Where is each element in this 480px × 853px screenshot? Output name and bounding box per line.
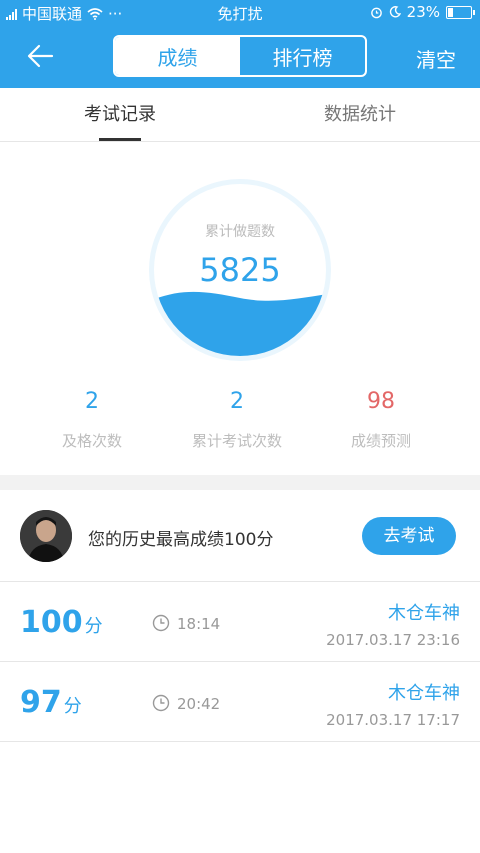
avatar [20, 510, 72, 562]
tab-scores[interactable]: 成绩 [115, 37, 240, 75]
nav-bar: 成绩 排行榜 清空 [0, 24, 480, 88]
status-bar: 中国联通 ··· 免打扰 23% [0, 0, 480, 24]
metric-score-prediction: 98 成绩预测 [301, 389, 461, 451]
list-item[interactable]: 100 分 18:14 木仓车神 2017.03.17 23:16 [0, 583, 480, 662]
record-score-value: 97 [20, 685, 62, 720]
record-score-unit: 分 [84, 616, 103, 637]
clock-icon [152, 694, 170, 712]
record-date: 2017.03.17 23:16 [326, 631, 460, 649]
stats-panel: 累计做题数 5825 2 及格次数 2 累计考试次数 98 成绩预测 [0, 143, 480, 475]
list-item[interactable]: 97 分 20:42 木仓车神 2017.03.17 17:17 [0, 663, 480, 742]
record-date: 2017.03.17 17:17 [326, 711, 460, 729]
score-prediction-label: 成绩预测 [350, 432, 411, 450]
record-duration: 20:42 [177, 695, 221, 713]
battery-percent: 23% [406, 3, 440, 21]
pass-count-value: 2 [85, 389, 99, 414]
exam-count-label: 累计考试次数 [191, 432, 282, 450]
record-duration: 18:14 [177, 615, 221, 633]
back-button[interactable] [22, 40, 62, 72]
total-questions-label: 累计做题数 [205, 224, 275, 240]
clock-icon [152, 614, 170, 632]
score-prediction-value: 98 [367, 389, 395, 414]
record-score-unit: 分 [63, 696, 82, 717]
tab-leaderboard[interactable]: 排行榜 [240, 37, 365, 75]
record-user: 木仓车神 [388, 603, 460, 624]
take-exam-button[interactable]: 去考试 [362, 517, 456, 555]
record-user: 木仓车神 [388, 683, 460, 704]
best-score-row: 您的历史最高成绩100分 去考试 [0, 490, 480, 582]
metric-pass-count: 2 及格次数 [12, 389, 172, 451]
best-score-text: 您的历史最高成绩100分 [88, 530, 274, 550]
exam-count-value: 2 [230, 389, 244, 414]
clear-button[interactable]: 清空 [416, 44, 456, 73]
sub-tabs: 考试记录 数据统计 [0, 88, 480, 142]
battery-icon [446, 5, 475, 19]
tab-data-statistics[interactable]: 数据统计 [240, 88, 480, 141]
pass-count-label: 及格次数 [61, 432, 122, 450]
alarm-icon [370, 7, 382, 18]
segmented-control: 成绩 排行榜 [113, 35, 367, 77]
record-score-value: 100 [20, 605, 83, 640]
total-questions-value: 5825 [199, 251, 281, 289]
tab-exam-records[interactable]: 考试记录 [0, 88, 240, 141]
record-score: 100 分 [20, 605, 103, 640]
record-score: 97 分 [20, 685, 82, 720]
arrow-left-icon [27, 44, 54, 68]
metric-exam-count: 2 累计考试次数 [157, 389, 317, 451]
section-divider [0, 475, 480, 490]
moon-icon [389, 6, 401, 18]
